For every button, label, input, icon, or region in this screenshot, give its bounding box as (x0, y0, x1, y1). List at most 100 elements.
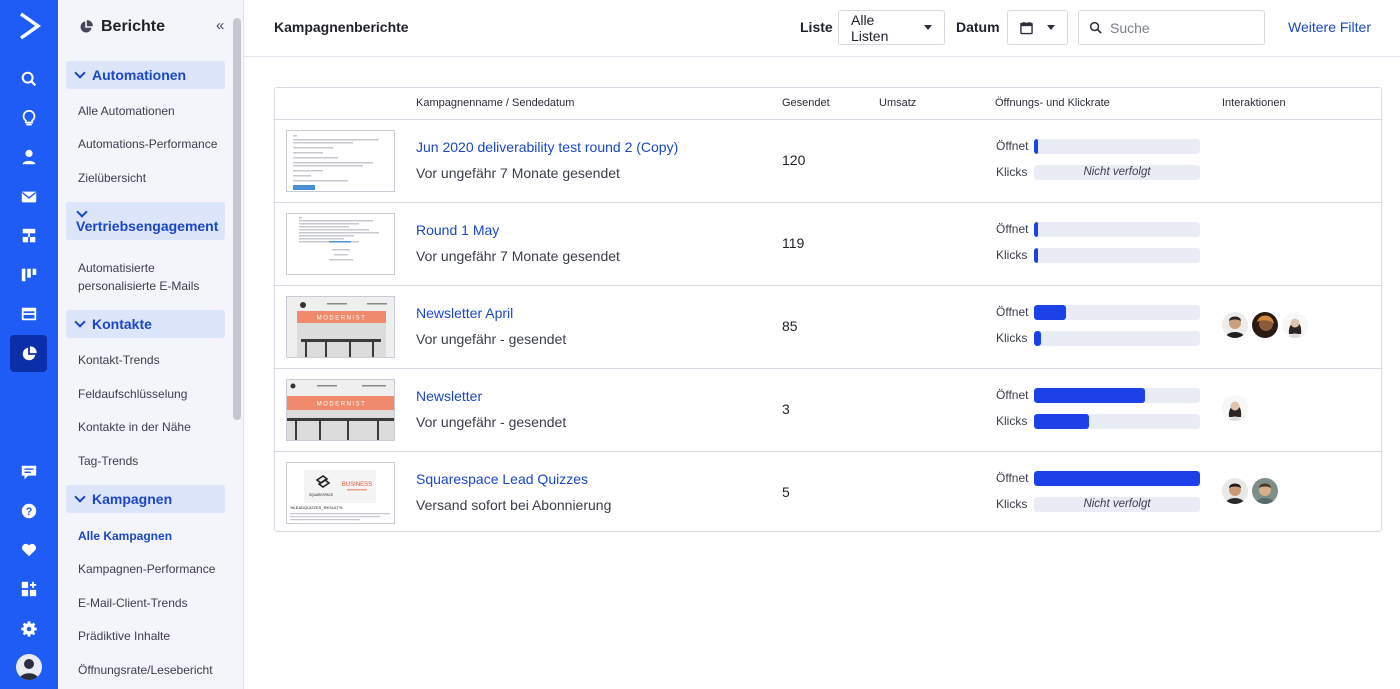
chevron-down-icon (1047, 25, 1055, 30)
logo-icon[interactable] (14, 10, 44, 42)
campaign-send-date: Vor ungefähr 7 Monate gesendet (416, 165, 620, 181)
sidebar-item-praediktive-inhalte[interactable]: Prädiktive Inhalte (78, 627, 233, 645)
campaign-name-link[interactable]: Newsletter April (416, 305, 513, 321)
group-label: Automationen (92, 67, 187, 83)
sidebar-item-alle-automationen[interactable]: Alle Automationen (78, 102, 233, 120)
main-navigation-rail: ? (0, 0, 58, 689)
campaign-thumbnail[interactable]: MODERNIST (286, 379, 395, 441)
calendar-icon (1020, 21, 1033, 34)
contact-avatar[interactable] (1222, 478, 1248, 504)
more-filters-link[interactable]: Weitere Filter (1288, 19, 1371, 35)
collapse-sidebar-icon[interactable]: « (216, 17, 224, 34)
open-rate-fill (1034, 305, 1066, 320)
settings-icon[interactable] (10, 610, 47, 647)
list-filter-label: Liste (800, 19, 833, 35)
reports-icon[interactable] (10, 335, 56, 372)
not-tracked-label: Nicht verfolgt (1083, 166, 1151, 178)
table-row[interactable]: MODERNIST Newsletter Vor ungefähr - gese… (275, 369, 1381, 452)
sidebar-item-automations-performance[interactable]: Automations-Performance (78, 135, 233, 153)
page-header: Kampagnenberichte Liste Alle Listen Datu… (244, 0, 1400, 57)
table-row[interactable]: Round 1 May Vor ungefähr 7 Monate gesend… (275, 203, 1381, 286)
campaign-name-link[interactable]: Jun 2020 deliverability test round 2 (Co… (416, 139, 678, 155)
campaign-thumbnail[interactable]: SQUARESPACE BUSINESS %LEADQUIZZES_RESULT… (286, 462, 395, 524)
sidebar-scrollbar[interactable] (233, 18, 241, 420)
open-rate-bar (1034, 139, 1200, 154)
chevron-down-icon (74, 491, 86, 503)
group-automationen[interactable]: Automationen (66, 61, 225, 89)
sidebar-item-kampagnen-performance[interactable]: Kampagnen-Performance (78, 560, 233, 578)
open-rate-label: Öffnet (996, 139, 1029, 153)
campaign-name-link[interactable]: Round 1 May (416, 222, 499, 238)
click-rate-bar: Nicht verfolgt (1034, 497, 1200, 512)
avatar[interactable] (16, 654, 42, 680)
interaction-avatars (1222, 312, 1308, 338)
thumbnail-brand-text: MODERNIST (317, 402, 367, 408)
sidebar-item-automatisierte-emails[interactable]: Automatisierte personalisierte E-Mails (78, 259, 233, 295)
sidebar-item-kontakt-trends[interactable]: Kontakt-Trends (78, 351, 233, 369)
deals-icon[interactable] (10, 256, 47, 293)
contact-avatar[interactable] (1282, 312, 1308, 338)
conversations-icon[interactable] (10, 453, 47, 490)
group-kampagnen[interactable]: Kampagnen (66, 485, 225, 513)
group-label: Kontakte (92, 316, 152, 332)
column-header-rates[interactable]: Öffnungs- und Klickrate (995, 97, 1110, 109)
campaign-name-link[interactable]: Newsletter (416, 388, 482, 404)
open-rate-bar (1034, 471, 1200, 486)
contacts-icon[interactable] (10, 138, 47, 175)
date-select[interactable] (1007, 10, 1068, 45)
contact-avatar[interactable] (1252, 312, 1278, 338)
open-rate-label: Öffnet (996, 222, 1029, 236)
thumbnail-brand-text: MODERNIST (317, 316, 367, 322)
chevron-down-icon (76, 206, 88, 218)
contact-avatar[interactable] (1222, 395, 1248, 421)
sidebar-item-tag-trends[interactable]: Tag-Trends (78, 452, 233, 470)
table-row[interactable]: MODERNIST Newsletter April Vor ungefähr … (275, 286, 1381, 369)
sidebar-header: Berichte (78, 18, 165, 36)
site-icon[interactable] (10, 295, 47, 332)
sidebar-item-zieluebersicht[interactable]: Zielübersicht (78, 169, 233, 187)
campaign-thumbnail[interactable] (286, 213, 395, 275)
search-icon[interactable] (10, 60, 47, 97)
column-header-sent[interactable]: Gesendet (782, 97, 830, 109)
sidebar-item-email-client-trends[interactable]: E-Mail-Client-Trends (78, 594, 233, 612)
sidebar-item-oeffnungsrate[interactable]: Öffnungsrate/Lesebericht (78, 661, 233, 679)
sidebar-item-kontakte-naehe[interactable]: Kontakte in der Nähe (78, 418, 233, 436)
campaign-thumbnail[interactable]: MODERNIST (286, 296, 395, 358)
table-row[interactable]: Jun 2020 deliverability test round 2 (Co… (275, 120, 1381, 203)
sidebar-item-alle-kampagnen[interactable]: Alle Kampagnen (78, 527, 233, 545)
contact-avatar[interactable] (1252, 478, 1278, 504)
click-rate-bar (1034, 248, 1200, 263)
apps-icon[interactable] (10, 570, 47, 607)
reports-sidebar: Berichte « Automationen Alle Automatione… (58, 0, 244, 689)
column-header-name[interactable]: Kampagnenname / Sendedatum (416, 97, 574, 109)
reports-icon (80, 20, 93, 33)
thumbnail-merge-tag: %LEADQUIZZES_RESULT% (290, 505, 343, 510)
list-select[interactable]: Alle Listen (838, 10, 945, 45)
search-box[interactable] (1078, 10, 1265, 45)
lightbulb-icon[interactable] (10, 99, 47, 136)
interaction-avatars (1222, 478, 1278, 504)
click-rate-fill (1034, 248, 1038, 263)
sidebar-title: Berichte (101, 18, 166, 35)
automation-icon[interactable] (10, 217, 47, 254)
table-row[interactable]: SQUARESPACE BUSINESS %LEADQUIZZES_RESULT… (275, 452, 1381, 535)
help-icon[interactable]: ? (10, 492, 47, 529)
open-rate-fill (1034, 388, 1145, 403)
sent-count: 5 (782, 484, 790, 500)
search-input[interactable] (1110, 19, 1250, 36)
campaign-thumbnail[interactable] (286, 130, 395, 192)
group-kontakte[interactable]: Kontakte (66, 310, 225, 338)
column-header-revenue[interactable]: Umsatz (879, 97, 916, 109)
click-rate-fill (1034, 414, 1089, 429)
sidebar-item-feldaufschluesselung[interactable]: Feldaufschlüsselung (78, 385, 233, 403)
sent-count: 119 (782, 235, 805, 251)
not-tracked-label: Nicht verfolgt (1083, 498, 1151, 510)
open-rate-label: Öffnet (996, 471, 1029, 485)
column-header-interactions[interactable]: Interaktionen (1222, 97, 1286, 109)
campaign-name-link[interactable]: Squarespace Lead Quizzes (416, 471, 588, 487)
contact-avatar[interactable] (1222, 312, 1248, 338)
open-rate-label: Öffnet (996, 305, 1029, 319)
mail-icon[interactable] (10, 178, 47, 215)
heart-icon[interactable] (10, 531, 47, 568)
group-vertriebsengagement[interactable]: Vertriebsengagement (66, 202, 225, 240)
